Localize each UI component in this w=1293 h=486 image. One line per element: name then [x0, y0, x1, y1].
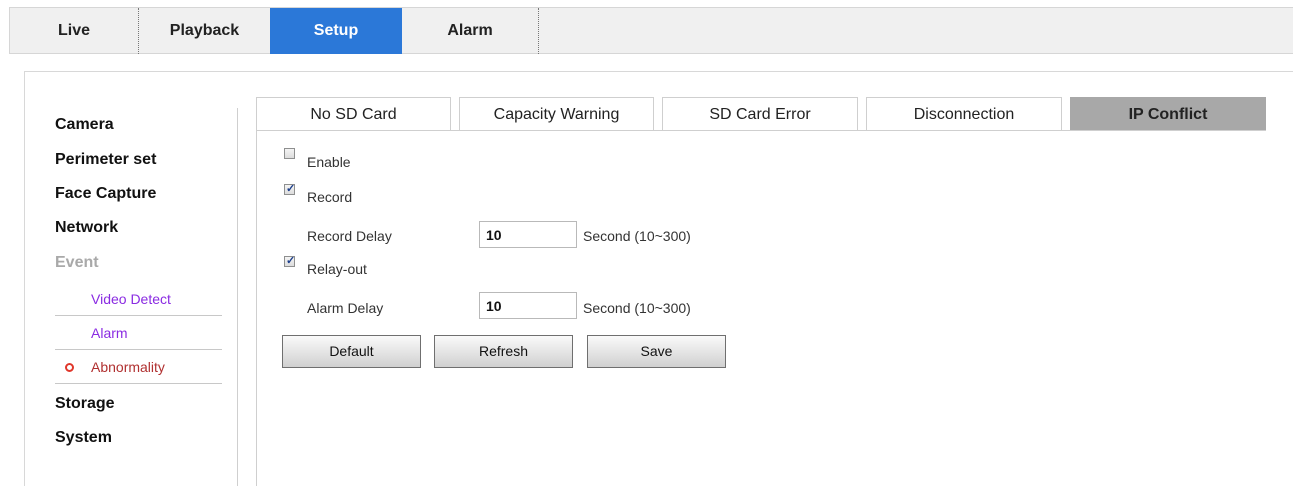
subtab-baseline — [256, 130, 1266, 131]
menu-divider — [237, 108, 238, 486]
subtab-sd-card-error[interactable]: SD Card Error — [662, 97, 858, 130]
selected-bullet-icon — [65, 363, 74, 372]
subtab-capacity-warning[interactable]: Capacity Warning — [459, 97, 654, 130]
tab-alarm[interactable]: Alarm — [402, 8, 539, 54]
menu-perimeter-set[interactable]: Perimeter set — [55, 151, 156, 169]
submenu-label: Alarm — [91, 325, 128, 341]
default-button[interactable]: Default — [282, 335, 421, 368]
alarm-delay-label: Alarm Delay — [307, 300, 384, 316]
menu-storage[interactable]: Storage — [55, 395, 115, 413]
content-left-border — [256, 97, 257, 486]
tab-setup[interactable]: Setup — [270, 8, 402, 54]
enable-checkbox[interactable] — [284, 148, 295, 159]
save-button[interactable]: Save — [587, 335, 726, 368]
submenu-label: Video Detect — [91, 291, 171, 307]
check-mark-icon: ✓ — [286, 255, 296, 267]
record-delay-label: Record Delay — [307, 228, 392, 244]
tab-live[interactable]: Live — [10, 8, 139, 54]
menu-face-capture[interactable]: Face Capture — [55, 185, 156, 203]
enable-label: Enable — [307, 154, 351, 170]
relay-out-checkbox[interactable]: ✓ — [284, 255, 296, 267]
record-label: Record — [307, 189, 353, 205]
submenu-video-detect[interactable]: Video Detect — [55, 282, 222, 316]
subtab-no-sd-card[interactable]: No SD Card — [256, 97, 451, 130]
alarm-delay-unit: Second (10~300) — [583, 300, 691, 316]
content-frame — [24, 71, 1293, 486]
submenu-alarm[interactable]: Alarm — [55, 316, 222, 350]
top-nav-bar: Live Playback Setup Alarm — [9, 7, 1293, 54]
menu-system[interactable]: System — [55, 429, 112, 447]
subtab-ip-conflict[interactable]: IP Conflict — [1070, 97, 1266, 130]
relay-out-label: Relay-out — [307, 261, 367, 277]
record-delay-unit: Second (10~300) — [583, 228, 691, 244]
menu-camera[interactable]: Camera — [55, 116, 114, 134]
menu-event[interactable]: Event — [55, 254, 99, 272]
refresh-button[interactable]: Refresh — [434, 335, 573, 368]
submenu-label: Abnormality — [91, 359, 165, 375]
subtab-disconnection[interactable]: Disconnection — [866, 97, 1062, 130]
record-delay-input[interactable] — [479, 221, 577, 248]
submenu-abnormality[interactable]: Abnormality — [55, 350, 222, 384]
record-checkbox[interactable]: ✓ — [284, 183, 296, 195]
tab-playback[interactable]: Playback — [139, 8, 270, 54]
check-mark-icon: ✓ — [286, 183, 296, 195]
menu-network[interactable]: Network — [55, 219, 118, 237]
alarm-delay-input[interactable] — [479, 292, 577, 319]
